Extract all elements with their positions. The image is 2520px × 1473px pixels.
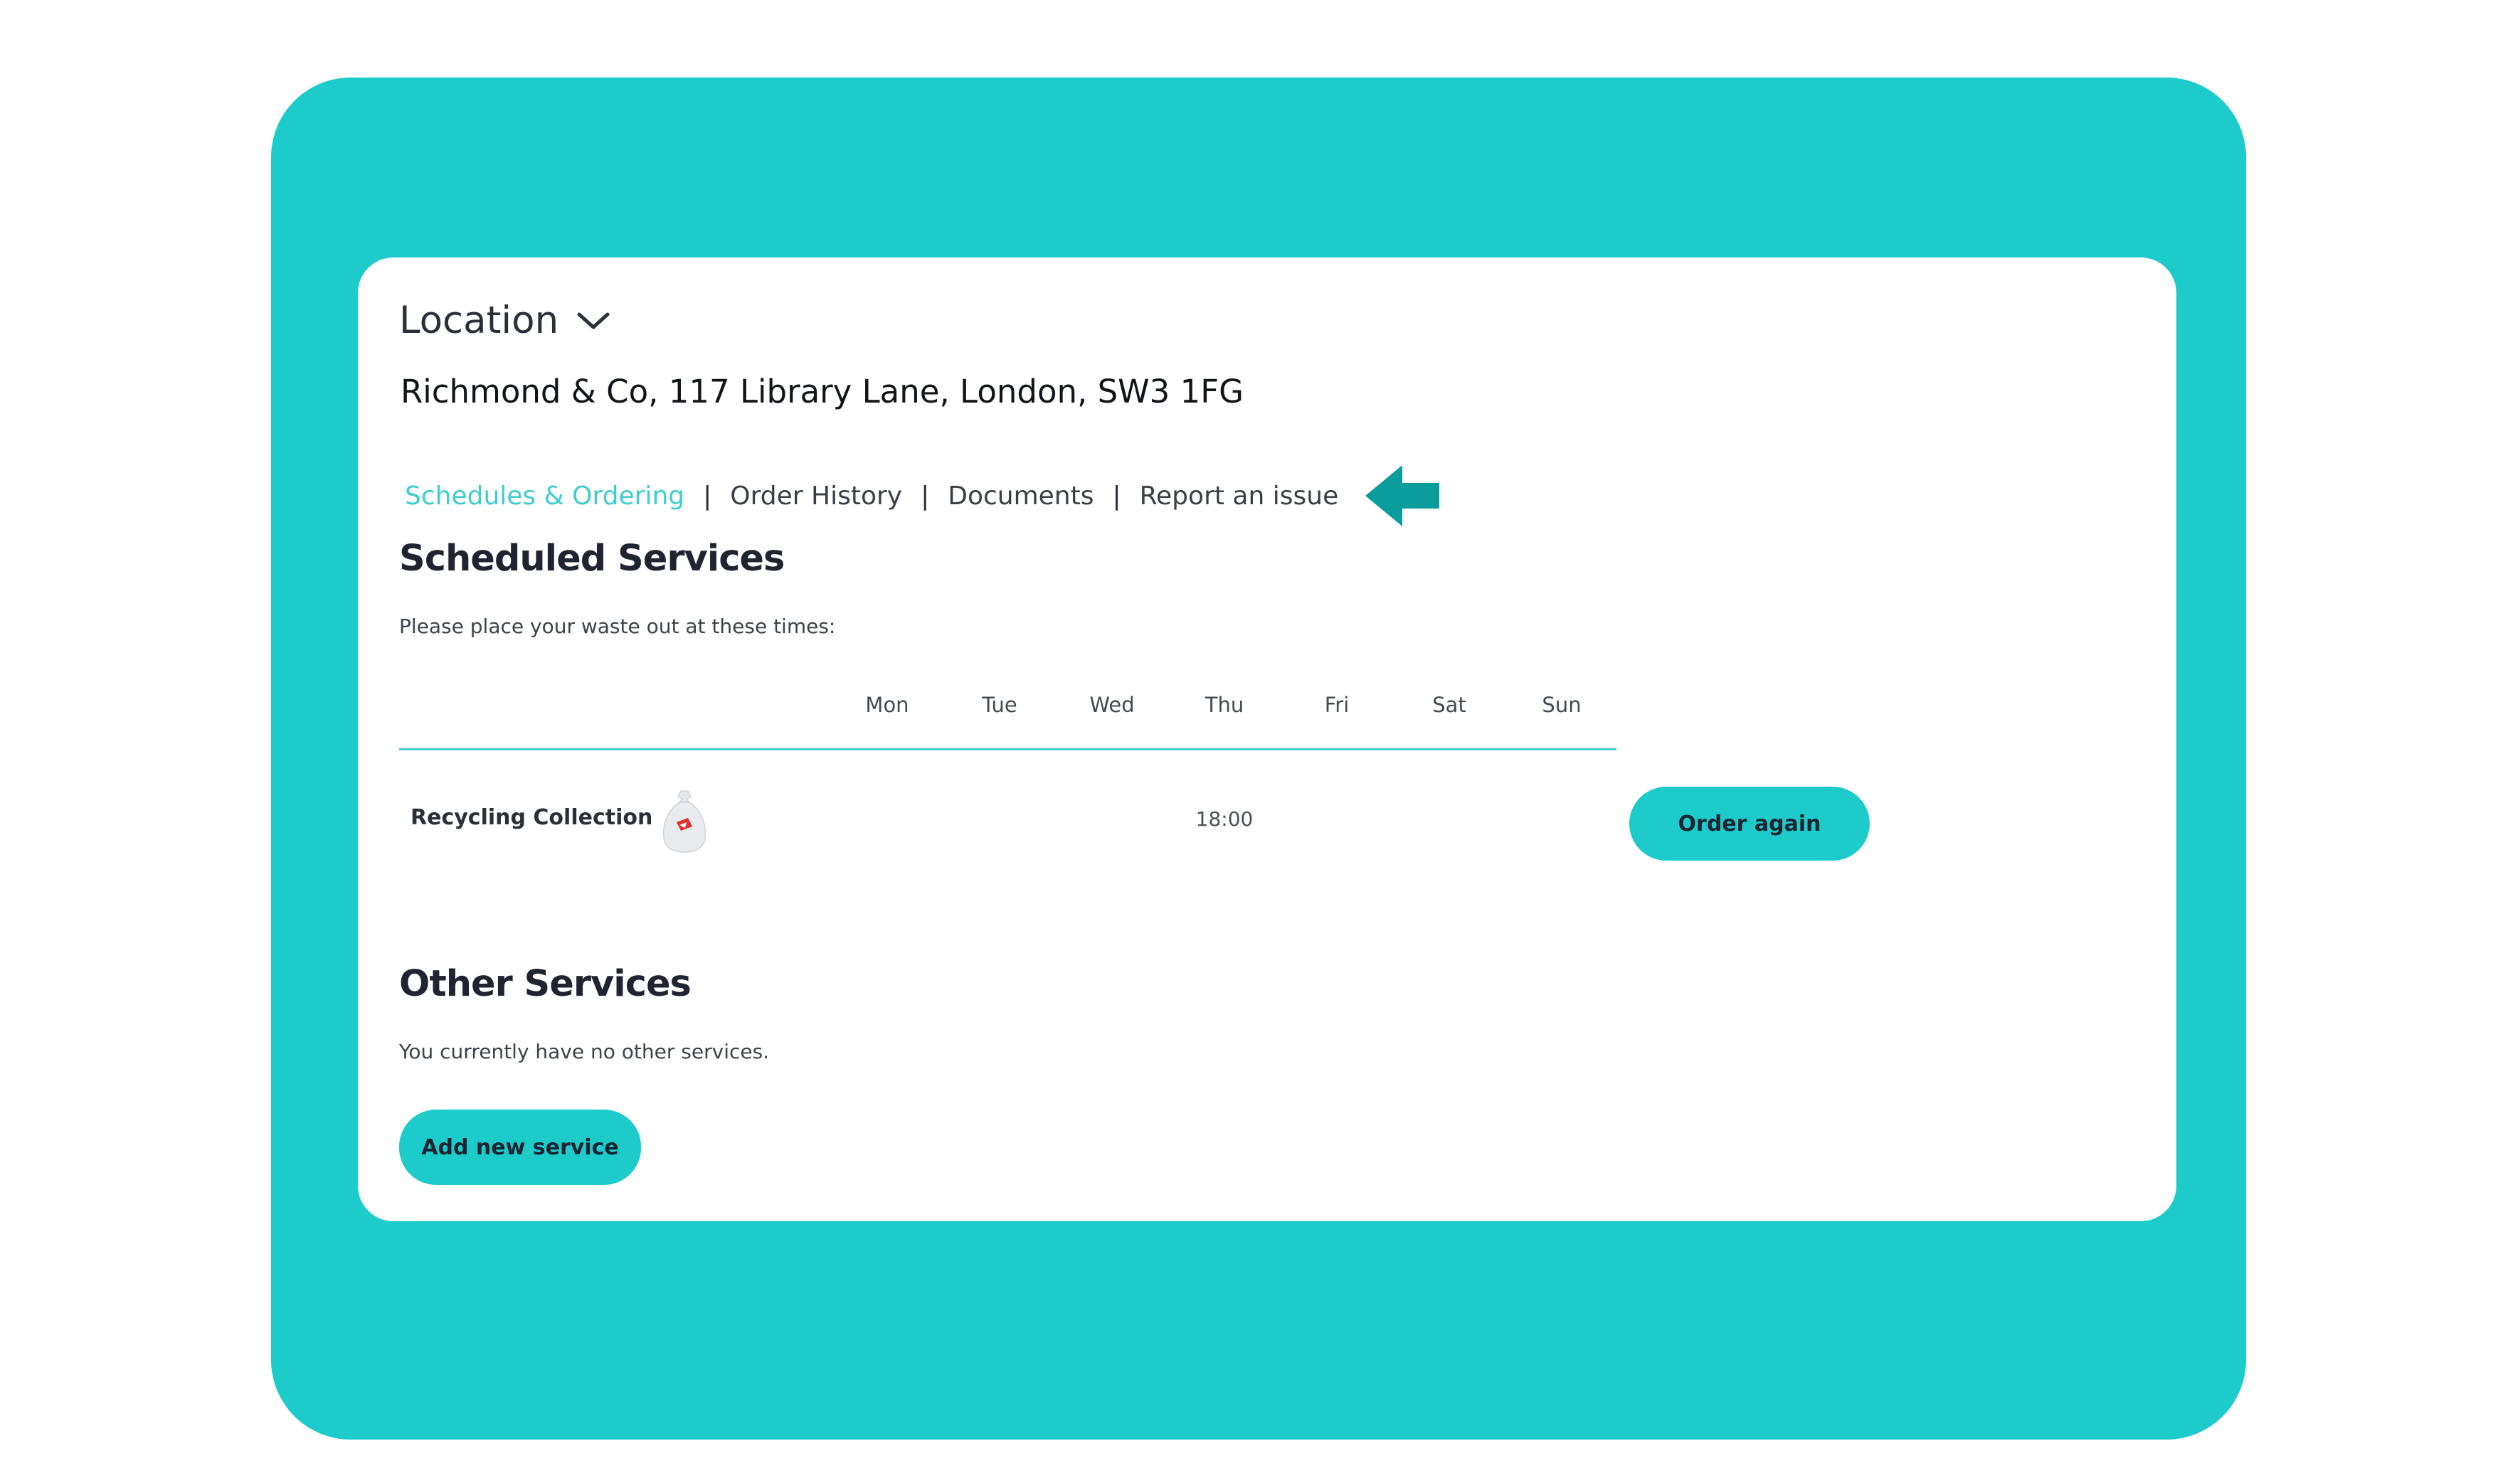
tab-report-issue[interactable]: Report an issue (1140, 482, 1339, 511)
tab-separator: | (921, 481, 930, 511)
table-divider (399, 748, 1616, 750)
tab-order-history[interactable]: Order History (730, 482, 902, 511)
day-header-tue: Tue (982, 693, 1017, 717)
location-card: Location Richmond & Co, 117 Library Lane… (358, 257, 2176, 1221)
service-time-thu: 18:00 (1195, 807, 1254, 831)
arrow-left-icon (1365, 465, 1440, 526)
tab-separator: | (1112, 481, 1121, 511)
location-dropdown[interactable]: Location (399, 299, 611, 342)
day-header-wed: Wed (1089, 693, 1135, 717)
location-label: Location (399, 299, 559, 342)
tab-documents[interactable]: Documents (948, 482, 1094, 511)
day-header-sun: Sun (1542, 693, 1582, 717)
tab-separator: | (703, 481, 712, 511)
day-header-sat: Sat (1432, 693, 1466, 717)
day-header-thu: Thu (1205, 693, 1244, 717)
scheduled-services-subtitle: Please place your waste out at these tim… (399, 615, 836, 638)
service-tabs: Schedules & Ordering | Order History | D… (405, 464, 1441, 528)
other-services-title: Other Services (399, 963, 692, 1005)
scheduled-services-title: Scheduled Services (399, 538, 785, 580)
day-header-mon: Mon (865, 693, 909, 717)
tab-schedules-ordering[interactable]: Schedules & Ordering (405, 482, 684, 511)
waste-bag-icon (662, 790, 706, 853)
order-again-button[interactable]: Order again (1629, 787, 1870, 861)
day-header-fri: Fri (1324, 693, 1350, 717)
add-new-service-button[interactable]: Add new service (399, 1110, 641, 1185)
service-name: Recycling Collection (411, 805, 653, 830)
location-address: Richmond & Co, 117 Library Lane, London,… (401, 373, 1244, 410)
chevron-down-icon (577, 312, 610, 329)
other-services-subtitle: You currently have no other services. (399, 1040, 770, 1063)
